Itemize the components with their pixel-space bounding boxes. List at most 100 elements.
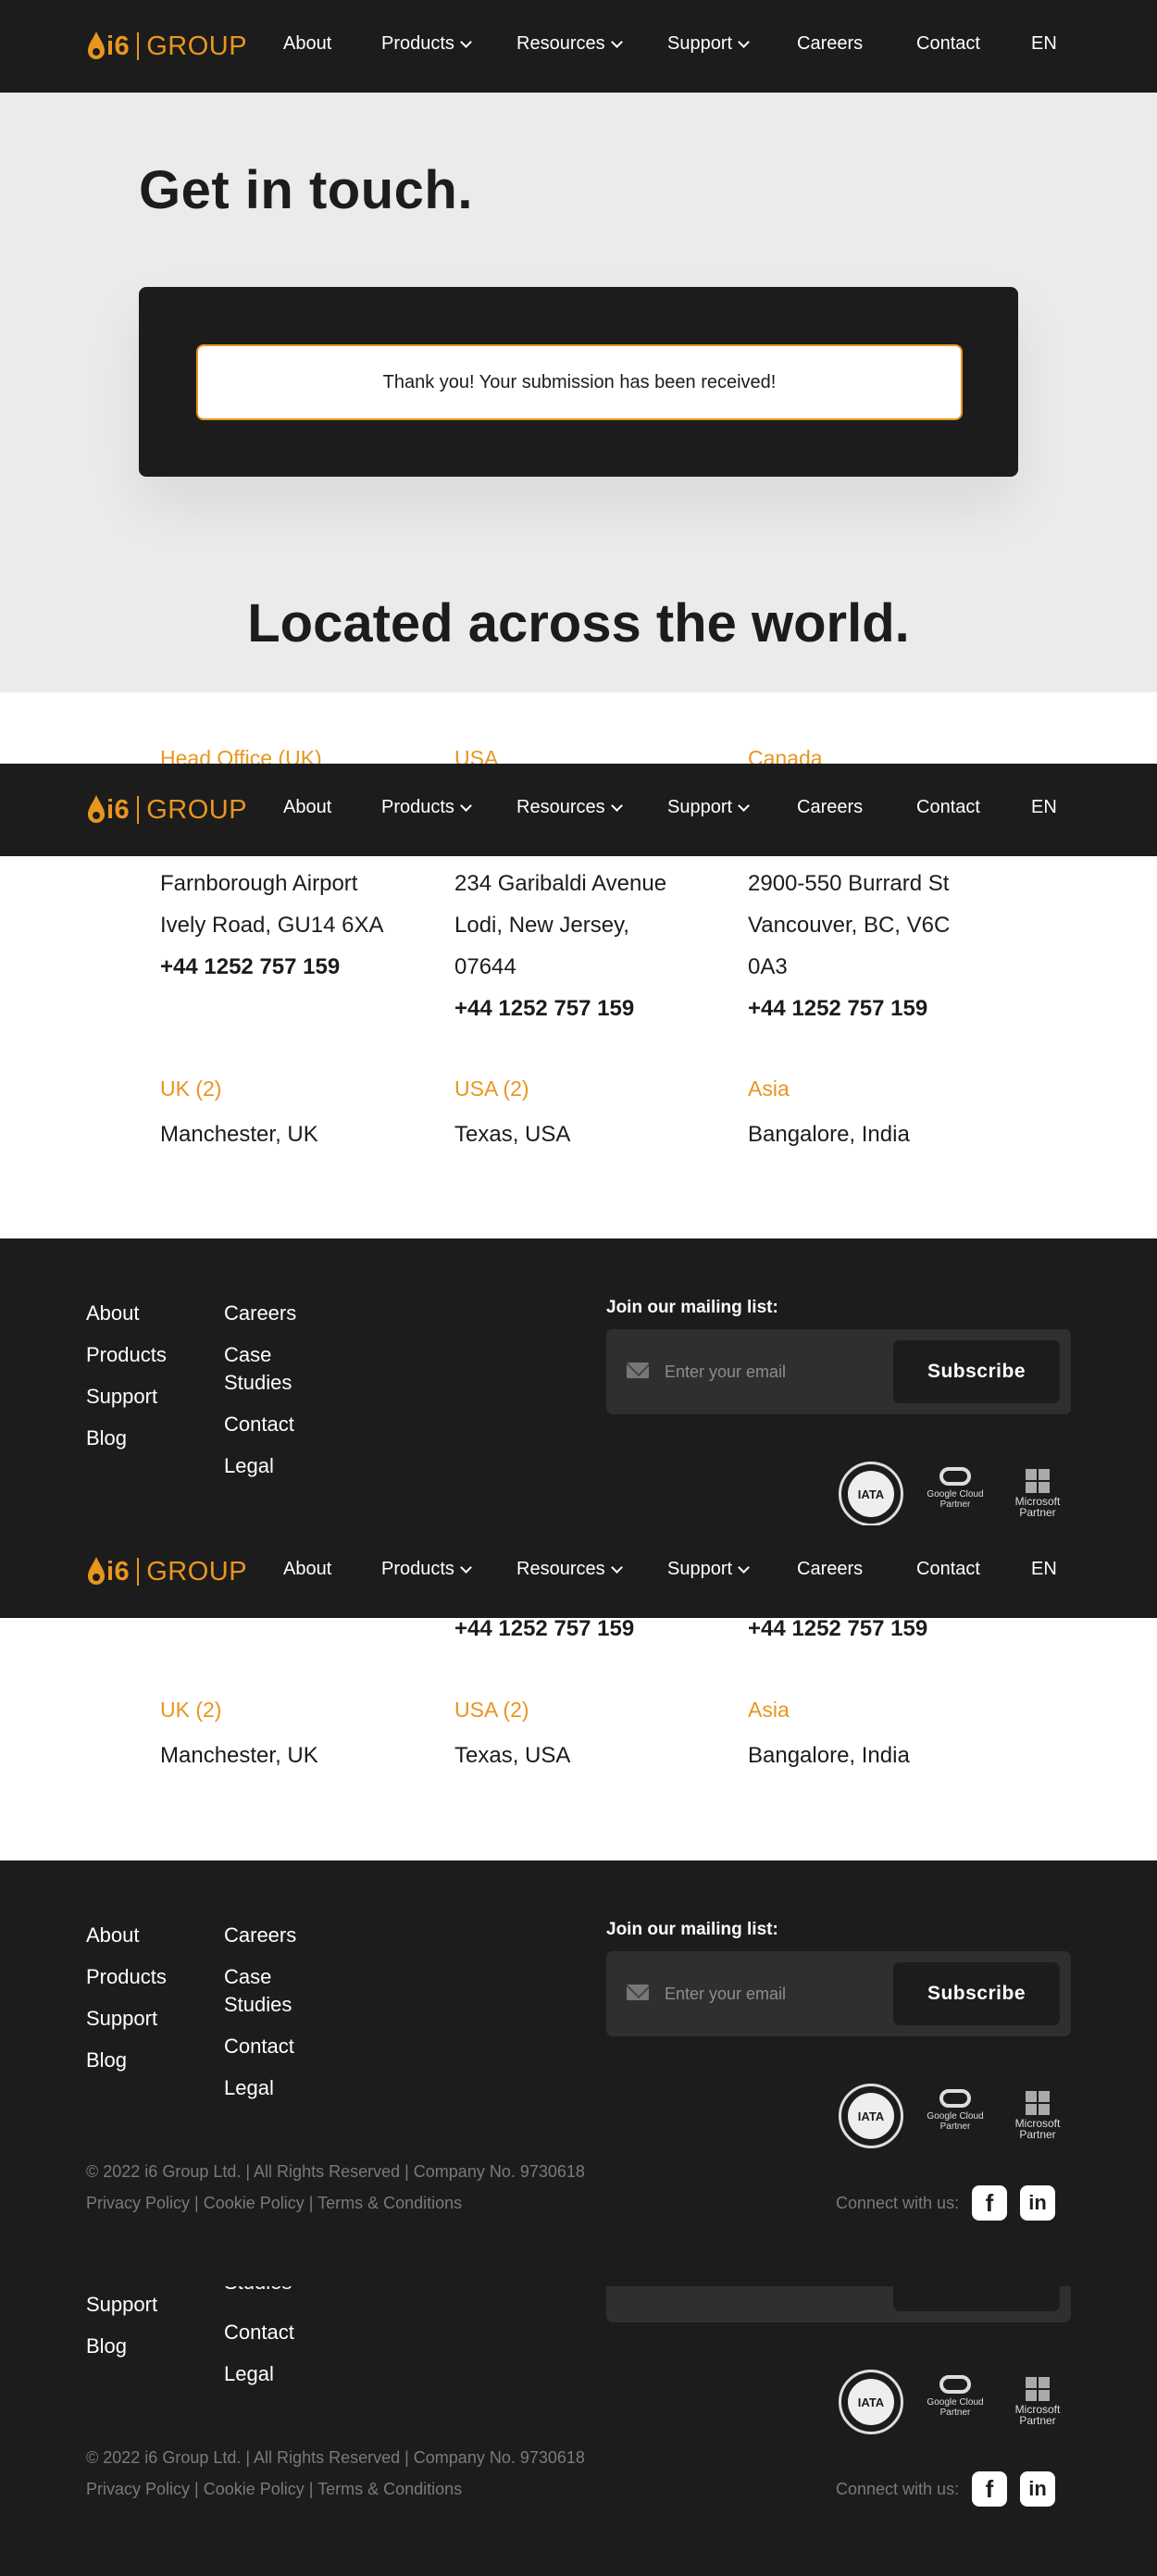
iata-text: IATA	[857, 2395, 885, 2409]
mailing-form: Subscribe	[606, 1329, 1071, 1414]
footer-link-contact[interactable]: Contact	[224, 2319, 294, 2346]
privacy-policy-link[interactable]: Privacy Policy	[86, 2194, 190, 2212]
location-name: USA	[454, 746, 499, 764]
footer-link-support[interactable]: Support	[86, 2005, 157, 2033]
nav-careers[interactable]: Careers	[797, 797, 863, 818]
logo[interactable]: i6 GROUP	[86, 791, 247, 828]
privacy-policy-link[interactable]: Privacy Policy	[86, 2480, 190, 2498]
footer-link-careers[interactable]: Careers	[224, 1300, 296, 1327]
address-line: Bangalore, India	[748, 1743, 910, 1768]
footer-link-legal[interactable]: Legal	[224, 1452, 274, 1480]
facebook-icon[interactable]: f	[972, 2185, 1007, 2221]
phone-text: +44 1252 757 159	[160, 954, 341, 979]
nav-careers[interactable]: Careers	[797, 33, 863, 55]
footer-link-blog[interactable]: Blog	[86, 2047, 127, 2074]
nav-language[interactable]: EN	[1031, 33, 1057, 55]
nav-about[interactable]: About	[283, 797, 331, 818]
footer-link-products[interactable]: Products	[86, 1963, 167, 1991]
link-line[interactable]: Studies	[224, 2286, 292, 2296]
subscribe-button[interactable]: Subscribe	[893, 1340, 1060, 1403]
nav-products[interactable]: Products	[381, 33, 472, 55]
nav-support[interactable]: Support	[667, 33, 750, 55]
cookie-policy-link[interactable]: Cookie Policy	[204, 2194, 305, 2212]
address-line: 07644	[454, 954, 516, 979]
nav-label: EN	[1031, 797, 1057, 817]
nav-products[interactable]: Products	[381, 797, 472, 818]
iata-badge: IATA	[839, 1462, 903, 1525]
footer-link-products[interactable]: Products	[86, 1341, 167, 1369]
success-text: Thank you! Your submission has been rece…	[382, 371, 777, 392]
footer-link-careers[interactable]: Careers	[224, 1922, 296, 1949]
logo-word: GROUP	[146, 31, 248, 61]
nav-language[interactable]: EN	[1031, 1559, 1057, 1580]
address-line: Farnborough Airport	[160, 871, 358, 896]
mailing-label: Join our mailing list:	[606, 1920, 778, 1939]
nav-contact[interactable]: Contact	[916, 797, 980, 818]
footer-link-blog[interactable]: Blog	[86, 2333, 127, 2360]
phone-number[interactable]: +44 1252 757 159	[454, 988, 634, 1029]
email-input[interactable]	[665, 1358, 887, 1386]
footer-link-support[interactable]: Support	[86, 2291, 157, 2319]
link-line: Case	[224, 1965, 272, 1988]
windows-icon	[1026, 2377, 1050, 2401]
logo[interactable]: i6 GROUP	[86, 1553, 247, 1590]
copyright: © 2022 i6 Group Ltd. | All Rights Reserv…	[86, 2448, 585, 2467]
nav-support[interactable]: Support	[667, 797, 750, 818]
nav-label: Contact	[916, 797, 980, 817]
phone-number[interactable]: +44 1252 757 159	[160, 946, 340, 988]
email-input[interactable]	[665, 1980, 887, 2008]
iata-text: IATA	[857, 2109, 885, 2123]
footer-link-about[interactable]: About	[86, 1922, 140, 1949]
connect-label: Connect with us:	[836, 2480, 960, 2498]
footer-link-case-studies[interactable]: Case Studies	[224, 1963, 292, 2019]
success-message: Thank you! Your submission has been rece…	[196, 344, 963, 420]
facebook-icon[interactable]: f	[972, 2471, 1007, 2507]
address-line: 234 Garibaldi Avenue	[454, 871, 667, 896]
nav-support[interactable]: Support	[667, 1559, 750, 1580]
nav-label: Support	[667, 797, 733, 817]
logo-mark: i6	[106, 31, 131, 61]
footer-link-legal[interactable]: Legal	[224, 2360, 274, 2388]
footer-link-case-studies[interactable]: Case Studies	[224, 1341, 292, 1397]
location-name: USA (2)	[454, 1698, 529, 1722]
nav-label: Careers	[797, 1559, 864, 1579]
locations-section: Farnborough Airport Ively Road, GU14 6XA…	[0, 856, 1157, 1238]
address-line: Ively Road, GU14 6XA	[160, 913, 384, 938]
nav-about[interactable]: About	[283, 33, 331, 55]
nav-products[interactable]: Products	[381, 1559, 472, 1580]
linkedin-icon[interactable]: in	[1020, 2471, 1055, 2507]
cookie-policy-link[interactable]: Cookie Policy	[204, 2480, 305, 2498]
nav-resources[interactable]: Resources	[516, 797, 623, 818]
nav-about[interactable]: About	[283, 1559, 331, 1580]
logo-drop-icon	[88, 31, 105, 59]
footer-link-support[interactable]: Support	[86, 1383, 157, 1411]
location-name: Canada	[748, 746, 823, 764]
address-line: Manchester, UK	[160, 1122, 318, 1147]
logo-mark: i6	[106, 1556, 131, 1587]
nav-language[interactable]: EN	[1031, 797, 1057, 818]
microsoft-badge: Microsoft Partner	[1005, 2377, 1070, 2426]
nav-contact[interactable]: Contact	[916, 33, 980, 55]
nav-resources[interactable]: Resources	[516, 1559, 623, 1580]
phone-number[interactable]: +44 1252 757 159	[748, 1618, 927, 1649]
footer-link-contact[interactable]: Contact	[224, 2033, 294, 2060]
nav-careers[interactable]: Careers	[797, 1559, 863, 1580]
logo[interactable]: i6 GROUP	[86, 28, 247, 65]
policy-links: Privacy Policy | Cookie Policy | Terms &…	[86, 2194, 463, 2212]
subscribe-button[interactable]: Subscribe	[893, 1962, 1060, 2025]
nav-resources[interactable]: Resources	[516, 33, 623, 55]
footer-link-blog[interactable]: Blog	[86, 1425, 127, 1452]
phone-number[interactable]: +44 1252 757 159	[454, 1618, 634, 1649]
subscribe-button[interactable]	[893, 2286, 1060, 2311]
footer-link-contact[interactable]: Contact	[224, 1411, 294, 1438]
policy-links: Privacy Policy | Cookie Policy | Terms &…	[86, 2480, 463, 2498]
linkedin-icon[interactable]: in	[1020, 2185, 1055, 2221]
nav-label: Resources	[516, 33, 605, 54]
footer-link-legal[interactable]: Legal	[224, 2074, 274, 2102]
address-line: Vancouver, BC, V6C	[748, 913, 951, 938]
terms-link[interactable]: Terms & Conditions	[317, 2194, 462, 2212]
footer-link-about[interactable]: About	[86, 1300, 140, 1327]
phone-number[interactable]: +44 1252 757 159	[748, 988, 927, 1029]
terms-link[interactable]: Terms & Conditions	[317, 2480, 462, 2498]
nav-contact[interactable]: Contact	[916, 1559, 980, 1580]
